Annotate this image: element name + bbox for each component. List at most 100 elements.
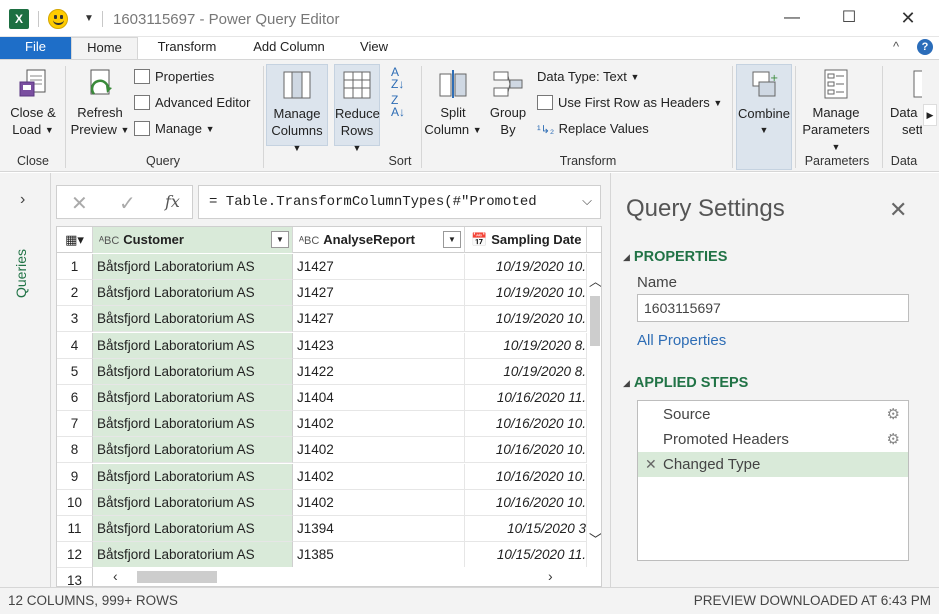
cell-customer[interactable]: Båtsfjord Laboratorium AS [93, 516, 293, 542]
query-name-input[interactable]: 1603115697 [637, 294, 909, 322]
step-source[interactable]: Source ⚙ [638, 402, 908, 427]
cell-analysereport[interactable]: J1423 [293, 332, 465, 359]
close-and-load-button[interactable]: Close & Load ▼ [6, 64, 60, 139]
column-header-sampling-date[interactable]: 📅 Sampling Date [465, 227, 587, 253]
cell-customer[interactable]: Båtsfjord Laboratorium AS [93, 463, 293, 490]
filter-dropdown-icon[interactable]: ▼ [271, 231, 289, 248]
manage-columns-button[interactable]: Manage Columns ▼ [266, 64, 328, 153]
minimize-icon[interactable]: — [777, 6, 807, 30]
delete-step-icon[interactable]: ✕ [645, 452, 657, 477]
use-first-row-headers-button[interactable]: Use First Row as Headers ▼ [537, 94, 722, 112]
cell-sampling-date[interactable]: 10/16/2020 11. [465, 385, 587, 411]
cancel-formula-icon[interactable]: ✕ [71, 191, 88, 216]
cell-analysereport[interactable]: J1385 [293, 542, 465, 569]
refresh-preview-button[interactable]: Refresh Preview ▼ [69, 64, 131, 139]
close-icon[interactable]: ✕ [889, 197, 907, 223]
cell-customer[interactable]: Båtsfjord Laboratorium AS [93, 332, 293, 359]
properties-section-header[interactable]: ◢ PROPERTIES [623, 249, 727, 265]
cell-customer[interactable]: Båtsfjord Laboratorium AS [93, 542, 293, 569]
table-row[interactable]: 4 Båtsfjord Laboratorium AS J1423 10/19/202… [57, 332, 601, 359]
row-number[interactable]: 9 [57, 463, 93, 490]
maximize-icon[interactable]: ☐ [834, 6, 864, 30]
table-row[interactable]: 9 Båtsfjord Laboratorium AS J1402 10/16/202… [57, 463, 601, 490]
cell-analysereport[interactable]: J1402 [293, 489, 465, 516]
properties-button[interactable]: Properties [134, 68, 214, 86]
row-number[interactable]: 1 [57, 254, 93, 280]
table-row[interactable]: 5 Båtsfjord Laboratorium AS J1422 10/19/202… [57, 358, 601, 385]
cell-customer[interactable]: Båtsfjord Laboratorium AS [93, 437, 293, 464]
fx-icon[interactable]: fx [165, 192, 180, 211]
cell-customer[interactable]: Båtsfjord Laboratorium AS [93, 411, 293, 438]
replace-values-button[interactable]: ¹↳₂ Replace Values [537, 120, 649, 139]
row-number[interactable]: 3 [57, 306, 93, 333]
manage-parameters-button[interactable]: Manage Parameters ▼ [797, 64, 875, 156]
cell-analysereport[interactable]: J1427 [293, 306, 465, 333]
sort-ascending-icon[interactable]: A Z↓ [391, 66, 404, 90]
cell-analysereport[interactable]: J1404 [293, 385, 465, 411]
gear-icon[interactable]: ⚙ [887, 402, 900, 427]
cell-sampling-date[interactable]: 10/16/2020 10. [465, 463, 587, 490]
cell-sampling-date[interactable]: 10/19/2020 10. [465, 254, 587, 280]
scroll-down-icon[interactable]: ﹀ [589, 529, 601, 548]
tab-view[interactable]: View [352, 37, 396, 59]
manage-button[interactable]: Manage ▼ [134, 120, 215, 138]
feedback-smiley-icon[interactable] [48, 9, 68, 29]
row-number[interactable]: 4 [57, 332, 93, 359]
cell-sampling-date[interactable]: 10/19/2020 8. [465, 358, 587, 385]
row-number[interactable]: 12 [57, 542, 93, 569]
expand-formula-icon[interactable]: ⌵ [582, 186, 592, 218]
table-row[interactable]: 10 Båtsfjord Laboratorium AS J1402 10/16/20… [57, 489, 601, 516]
cell-analysereport[interactable]: J1402 [293, 437, 465, 464]
reduce-rows-button[interactable]: Reduce Rows ▼ [334, 64, 380, 153]
cell-sampling-date[interactable]: 10/15/2020 11. [465, 542, 587, 569]
cell-analysereport[interactable]: J1427 [293, 280, 465, 307]
table-row[interactable]: 11 Båtsfjord Laboratorium AS J1394 10/15/20… [57, 516, 601, 542]
cell-sampling-date[interactable]: 10/15/2020 3 [465, 516, 587, 542]
split-column-button[interactable]: Split Column ▼ [424, 64, 482, 139]
cell-customer[interactable]: Båtsfjord Laboratorium AS [93, 254, 293, 280]
scroll-up-icon[interactable]: ︿ [589, 271, 601, 290]
sort-descending-icon[interactable]: Z A↓ [391, 94, 405, 118]
filter-dropdown-icon[interactable]: ▼ [443, 231, 461, 248]
commit-formula-icon[interactable]: ✓ [119, 191, 136, 216]
cell-analysereport[interactable]: J1402 [293, 411, 465, 438]
table-row[interactable]: 3 Båtsfjord Laboratorium AS J1427 10/19/202… [57, 306, 601, 333]
close-window-icon[interactable]: ✕ [893, 6, 923, 30]
data-type-dropdown[interactable]: Data Type: Text ▼ [537, 68, 639, 86]
cell-customer[interactable]: Båtsfjord Laboratorium AS [93, 280, 293, 307]
cell-customer[interactable]: Båtsfjord Laboratorium AS [93, 358, 293, 385]
scroll-right-icon[interactable]: › [548, 568, 553, 584]
table-row[interactable]: 12 Båtsfjord Laboratorium AS J1385 10/15/20… [57, 542, 601, 569]
cell-analysereport[interactable]: J1427 [293, 254, 465, 280]
row-number[interactable]: 8 [57, 437, 93, 464]
row-number[interactable]: 2 [57, 280, 93, 307]
column-header-analysereport[interactable]: ᴬBC AnalyseReport ▼ [293, 227, 465, 253]
table-row[interactable]: 6 Båtsfjord Laboratorium AS J1404 10/16/202… [57, 385, 601, 411]
scroll-thumb[interactable] [137, 571, 217, 583]
cell-customer[interactable]: Båtsfjord Laboratorium AS [93, 306, 293, 333]
table-row[interactable]: 2 Båtsfjord Laboratorium AS J1427 10/19/202… [57, 280, 601, 307]
row-number[interactable]: 7 [57, 411, 93, 438]
expand-queries-icon[interactable]: › [20, 191, 25, 209]
row-number[interactable]: 11 [57, 516, 93, 542]
scroll-left-icon[interactable]: ‹ [113, 568, 118, 584]
cell-sampling-date[interactable]: 10/19/2020 10. [465, 280, 587, 307]
ribbon-scroll-right-icon[interactable]: ▶ [923, 104, 937, 126]
tab-transform[interactable]: Transform [147, 37, 227, 59]
advanced-editor-button[interactable]: Advanced Editor [134, 94, 250, 112]
collapse-ribbon-icon[interactable]: ^ [893, 39, 899, 54]
row-number[interactable]: 13 [57, 568, 93, 586]
row-number[interactable]: 5 [57, 358, 93, 385]
step-promoted-headers[interactable]: Promoted Headers ⚙ [638, 427, 908, 452]
help-icon[interactable]: ? [917, 39, 933, 55]
horizontal-scrollbar[interactable]: ‹ › [93, 567, 587, 586]
table-row[interactable]: 8 Båtsfjord Laboratorium AS J1402 10/16/202… [57, 437, 601, 464]
tab-add-column[interactable]: Add Column [243, 37, 335, 59]
cell-analysereport[interactable]: J1394 [293, 516, 465, 542]
group-by-button[interactable]: Group By [486, 64, 530, 138]
vertical-scrollbar[interactable]: ︿ ﹀ [587, 253, 601, 586]
applied-steps-section-header[interactable]: ◢ APPLIED STEPS [623, 375, 748, 391]
formula-input[interactable]: = Table.TransformColumnTypes(#"Promoted … [198, 185, 601, 219]
cell-customer[interactable]: Båtsfjord Laboratorium AS [93, 489, 293, 516]
row-number[interactable]: 6 [57, 385, 93, 411]
